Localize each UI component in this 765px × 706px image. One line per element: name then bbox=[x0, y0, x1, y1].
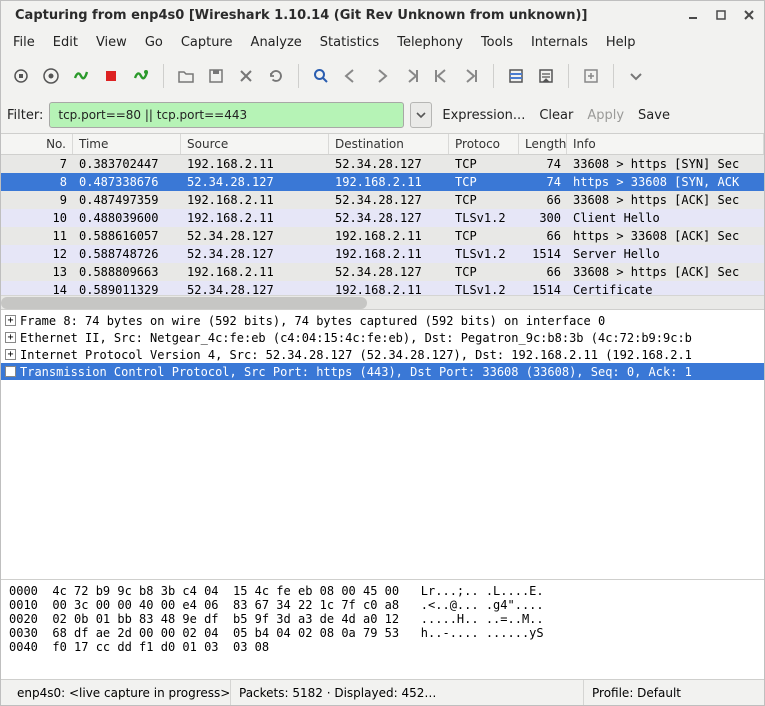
zoom-in-button[interactable] bbox=[577, 62, 605, 90]
toolbar-separator bbox=[163, 64, 164, 88]
toolbar-separator bbox=[613, 64, 614, 88]
packet-row[interactable]: 80.48733867652.34.28.127192.168.2.11TCP7… bbox=[1, 173, 764, 191]
packet-list-pane: No. Time Source Destination Protoco Leng… bbox=[1, 133, 764, 309]
packet-row[interactable]: 120.58874872652.34.28.127192.168.2.11TLS… bbox=[1, 245, 764, 263]
filter-input[interactable] bbox=[49, 102, 404, 128]
go-back-button[interactable] bbox=[337, 62, 365, 90]
menu-go[interactable]: Go bbox=[137, 32, 171, 53]
col-length[interactable]: Length bbox=[519, 134, 567, 154]
status-profile[interactable]: Profile: Default bbox=[584, 680, 764, 705]
toolbar bbox=[1, 55, 764, 97]
packet-row[interactable]: 100.488039600192.168.2.1152.34.28.127TLS… bbox=[1, 209, 764, 227]
tree-item[interactable]: +Internet Protocol Version 4, Src: 52.34… bbox=[1, 346, 764, 363]
menu-telephony[interactable]: Telephony bbox=[389, 32, 471, 53]
col-source[interactable]: Source bbox=[181, 134, 329, 154]
menu-view[interactable]: View bbox=[88, 32, 135, 53]
window-buttons bbox=[686, 8, 756, 22]
packet-details-pane: +Frame 8: 74 bytes on wire (592 bits), 7… bbox=[1, 309, 764, 579]
stop-capture-button[interactable] bbox=[97, 62, 125, 90]
col-dest[interactable]: Destination bbox=[329, 134, 449, 154]
menu-tools[interactable]: Tools bbox=[473, 32, 521, 53]
interfaces-button[interactable] bbox=[7, 62, 35, 90]
status-interface: enp4s0: <live capture in progress> F… bbox=[1, 680, 231, 705]
horizontal-scrollbar[interactable] bbox=[1, 295, 764, 309]
reload-button[interactable] bbox=[262, 62, 290, 90]
packet-row[interactable]: 90.487497359192.168.2.1152.34.28.127TCP6… bbox=[1, 191, 764, 209]
menu-internals[interactable]: Internals bbox=[523, 32, 596, 53]
col-proto[interactable]: Protoco bbox=[449, 134, 519, 154]
find-button[interactable] bbox=[307, 62, 335, 90]
go-to-packet-button[interactable] bbox=[397, 62, 425, 90]
col-time[interactable]: Time bbox=[73, 134, 181, 154]
statusbar: enp4s0: <live capture in progress> F… Pa… bbox=[1, 679, 764, 705]
titlebar: Capturing from enp4s0 [Wireshark 1.10.14… bbox=[1, 1, 764, 29]
go-last-button[interactable] bbox=[457, 62, 485, 90]
menu-file[interactable]: File bbox=[5, 32, 43, 53]
filter-clear-link[interactable]: Clear bbox=[535, 106, 577, 125]
filter-bar: Filter: Expression... Clear Apply Save bbox=[1, 97, 764, 133]
options-button[interactable] bbox=[37, 62, 65, 90]
toolbar-separator bbox=[298, 64, 299, 88]
overflow-button[interactable] bbox=[622, 62, 650, 90]
status-counts-text: Packets: 5182 · Displayed: 452… bbox=[239, 686, 436, 700]
menu-help[interactable]: Help bbox=[598, 32, 644, 53]
status-profile-text: Profile: Default bbox=[592, 686, 681, 700]
expand-icon[interactable]: + bbox=[5, 366, 16, 377]
filter-expression-link[interactable]: Expression... bbox=[438, 106, 529, 125]
packet-row[interactable]: 70.383702447192.168.2.1152.34.28.127TCP7… bbox=[1, 155, 764, 173]
packet-rows: 70.383702447192.168.2.1152.34.28.127TCP7… bbox=[1, 155, 764, 295]
packet-row[interactable]: 140.58901132952.34.28.127192.168.2.11TLS… bbox=[1, 281, 764, 295]
filter-save-link[interactable]: Save bbox=[634, 106, 674, 125]
open-button[interactable] bbox=[172, 62, 200, 90]
tree-item[interactable]: +Ethernet II, Src: Netgear_4c:fe:eb (c4:… bbox=[1, 329, 764, 346]
go-first-button[interactable] bbox=[427, 62, 455, 90]
tree-item[interactable]: +Frame 8: 74 bytes on wire (592 bits), 7… bbox=[1, 312, 764, 329]
col-info[interactable]: Info bbox=[567, 134, 764, 154]
expand-icon[interactable]: + bbox=[5, 349, 16, 360]
packet-row[interactable]: 130.588809663192.168.2.1152.34.28.127TCP… bbox=[1, 263, 764, 281]
menu-statistics[interactable]: Statistics bbox=[312, 32, 387, 53]
menu-analyze[interactable]: Analyze bbox=[243, 32, 310, 53]
toolbar-separator bbox=[493, 64, 494, 88]
expand-icon[interactable]: + bbox=[5, 332, 16, 343]
filter-dropdown[interactable] bbox=[410, 102, 432, 128]
start-capture-button[interactable] bbox=[67, 62, 95, 90]
save-button[interactable] bbox=[202, 62, 230, 90]
close-file-button[interactable] bbox=[232, 62, 260, 90]
menubar: File Edit View Go Capture Analyze Statis… bbox=[1, 29, 764, 55]
close-button[interactable] bbox=[742, 8, 756, 22]
filter-label: Filter: bbox=[7, 108, 43, 123]
window-title: Capturing from enp4s0 [Wireshark 1.10.14… bbox=[15, 8, 686, 23]
restart-capture-button[interactable] bbox=[127, 62, 155, 90]
filter-apply-link[interactable]: Apply bbox=[583, 106, 628, 125]
colorize-button[interactable] bbox=[502, 62, 530, 90]
maximize-button[interactable] bbox=[714, 8, 728, 22]
menu-capture[interactable]: Capture bbox=[173, 32, 241, 53]
col-no[interactable]: No. bbox=[1, 134, 73, 154]
expand-icon[interactable]: + bbox=[5, 315, 16, 326]
packet-row[interactable]: 110.58861605752.34.28.127192.168.2.11TCP… bbox=[1, 227, 764, 245]
go-forward-button[interactable] bbox=[367, 62, 395, 90]
packet-bytes-pane: 0000 4c 72 b9 9c b8 3b c4 04 15 4c fe eb… bbox=[1, 579, 764, 679]
status-counts: Packets: 5182 · Displayed: 452… bbox=[231, 680, 584, 705]
menu-edit[interactable]: Edit bbox=[45, 32, 86, 53]
minimize-button[interactable] bbox=[686, 8, 700, 22]
status-interface-text: enp4s0: <live capture in progress> F… bbox=[17, 686, 231, 700]
column-headers: No. Time Source Destination Protoco Leng… bbox=[1, 134, 764, 155]
tree-item[interactable]: +Transmission Control Protocol, Src Port… bbox=[1, 363, 764, 380]
auto-scroll-button[interactable] bbox=[532, 62, 560, 90]
toolbar-separator bbox=[568, 64, 569, 88]
